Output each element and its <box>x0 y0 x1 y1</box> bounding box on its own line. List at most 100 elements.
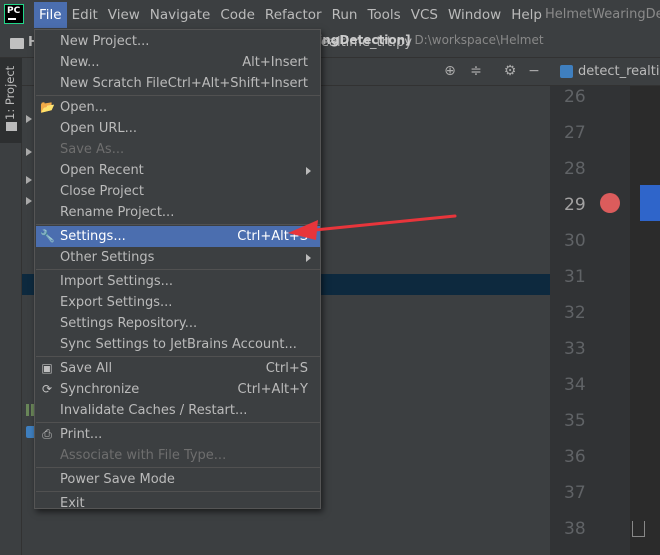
editor-tab-bar: detect_realtim <box>550 58 660 86</box>
menu-item-shortcut: Ctrl+Alt+S <box>237 229 308 244</box>
file-menu-dropdown: New Project... New... Alt+Insert New Scratc… <box>34 29 321 511</box>
hide-icon[interactable]: − <box>526 63 542 79</box>
sync-icon: ⟳ <box>41 382 53 396</box>
menu-label: Tools <box>367 7 401 23</box>
menu-item-close-project[interactable]: Close Project <box>36 181 320 202</box>
menu-item-open-recent[interactable]: Open Recent <box>36 160 320 181</box>
menu-item-invalidate-caches-restart[interactable]: Invalidate Caches / Restart... <box>36 400 320 421</box>
menu-item-new[interactable]: New... Alt+Insert <box>36 52 320 73</box>
menu-help[interactable]: Help <box>506 2 547 28</box>
menu-item-shortcut: Alt+Insert <box>242 55 308 70</box>
menu-item-shortcut: Ctrl+S <box>265 361 308 376</box>
menu-item-label: New... <box>60 55 100 70</box>
python-file-icon <box>560 65 573 78</box>
menu-item-open-url[interactable]: Open URL... <box>36 118 320 139</box>
menu-separator <box>36 224 320 225</box>
line-number: 27 <box>564 123 586 143</box>
breakpoint-icon[interactable] <box>600 193 620 213</box>
menu-item-label: Print... <box>60 427 103 442</box>
editor-tab[interactable]: detect_realtim <box>578 64 660 79</box>
logo-text: PC <box>7 6 21 16</box>
menu-label: Navigate <box>149 7 211 23</box>
menu-item-label: Invalidate Caches / Restart... <box>60 403 248 418</box>
menu-item-label: Exit <box>60 496 85 511</box>
menu-item-exit[interactable]: Exit <box>36 493 320 514</box>
menu-window[interactable]: Window <box>443 2 506 28</box>
menu-item-import-settings[interactable]: Import Settings... <box>36 271 320 292</box>
menu-refactor[interactable]: Refactor <box>260 2 327 28</box>
menu-item-label: Open Recent <box>60 163 144 178</box>
menu-item-new-scratch-file[interactable]: New Scratch File Ctrl+Alt+Shift+Insert <box>36 73 320 94</box>
menu-item-save-as: Save As... <box>36 139 320 160</box>
code-area[interactable] <box>630 86 660 555</box>
line-number: 31 <box>564 267 586 287</box>
target-icon[interactable]: ⊕ <box>442 63 458 79</box>
folder-open-icon: 📂 <box>40 100 55 114</box>
line-number: 28 <box>564 159 586 179</box>
menu-item-label: New Scratch File <box>60 76 168 91</box>
menu-label: Window <box>447 7 502 23</box>
tree-expand-arrow[interactable] <box>26 197 32 205</box>
menu-separator <box>36 95 320 96</box>
project-tool-tab-label: 1: Project <box>3 65 17 120</box>
line-number: 32 <box>564 303 586 323</box>
menu-label: File <box>39 7 62 23</box>
pycharm-logo-icon: PC <box>4 4 24 24</box>
folder-icon <box>10 38 24 49</box>
menu-view[interactable]: View <box>103 2 145 28</box>
menu-label: Run <box>331 7 358 23</box>
menu-bar: PC File Edit View Navigate Code Refactor Run To… <box>0 0 660 30</box>
line-number: 29 <box>564 195 586 215</box>
menu-navigate[interactable]: Navigate <box>145 2 216 28</box>
menu-item-export-settings[interactable]: Export Settings... <box>36 292 320 313</box>
menu-item-synchronize[interactable]: ⟳ Synchronize Ctrl+Alt+Y <box>36 379 320 400</box>
submenu-arrow-icon <box>306 167 311 175</box>
menu-label: VCS <box>410 7 438 23</box>
menu-item-power-save-mode[interactable]: Power Save Mode <box>36 469 320 490</box>
menu-vcs[interactable]: VCS <box>406 2 443 28</box>
menu-edit[interactable]: Edit <box>67 2 103 28</box>
menu-item-open[interactable]: 📂 Open... <box>36 97 320 118</box>
line-number: 37 <box>564 483 586 503</box>
menu-item-settings-repository[interactable]: Settings Repository... <box>36 313 320 334</box>
menu-file[interactable]: File <box>34 2 67 28</box>
tree-expand-arrow[interactable] <box>26 148 32 156</box>
line-number: 38 <box>564 519 586 539</box>
menu-item-label: Save All <box>60 361 113 376</box>
fold-icon[interactable] <box>632 521 645 537</box>
menu-item-label: Rename Project... <box>60 205 175 220</box>
menu-item-label: Save As... <box>60 142 125 157</box>
menu-tools[interactable]: Tools <box>362 2 405 28</box>
menu-item-settings[interactable]: 🔧 Settings... Ctrl+Alt+S <box>36 226 320 247</box>
menu-item-other-settings[interactable]: Other Settings <box>36 247 320 268</box>
wrench-icon: 🔧 <box>40 229 55 243</box>
collapse-all-icon[interactable]: ≑ <box>468 63 484 79</box>
tree-expand-arrow[interactable] <box>26 115 32 123</box>
menu-item-new-project[interactable]: New Project... <box>36 31 320 52</box>
menu-item-label: Associate with File Type... <box>60 448 227 463</box>
menu-label: Help <box>511 7 542 23</box>
submenu-arrow-icon <box>306 254 311 262</box>
menu-item-print[interactable]: ⎙ Print... <box>36 424 320 445</box>
current-line-highlight <box>640 185 660 221</box>
line-number: 30 <box>564 231 586 251</box>
menu-code[interactable]: Code <box>215 2 260 28</box>
menu-item-shortcut: Ctrl+Alt+Y <box>237 382 308 397</box>
project-folder-icon <box>6 122 17 131</box>
menu-item-save-all[interactable]: ▣ Save All Ctrl+S <box>36 358 320 379</box>
menu-separator <box>36 491 320 492</box>
menu-label: Edit <box>71 7 98 23</box>
menu-run[interactable]: Run <box>327 2 363 28</box>
menu-item-label: Import Settings... <box>60 274 173 289</box>
menu-label: Code <box>220 7 255 23</box>
gear-icon[interactable]: ⚙ <box>502 63 518 79</box>
menu-item-sync-settings-to-jetbrains-account[interactable]: Sync Settings to JetBrains Account... <box>36 334 320 355</box>
menu-item-label: Open... <box>60 100 108 115</box>
line-number: 33 <box>564 339 586 359</box>
menu-item-label: Power Save Mode <box>60 472 175 487</box>
line-number: 35 <box>564 411 586 431</box>
menu-item-rename-project[interactable]: Rename Project... <box>36 202 320 223</box>
menu-item-label: Close Project <box>60 184 145 199</box>
menu-label: View <box>107 7 140 23</box>
tree-expand-arrow[interactable] <box>26 176 32 184</box>
